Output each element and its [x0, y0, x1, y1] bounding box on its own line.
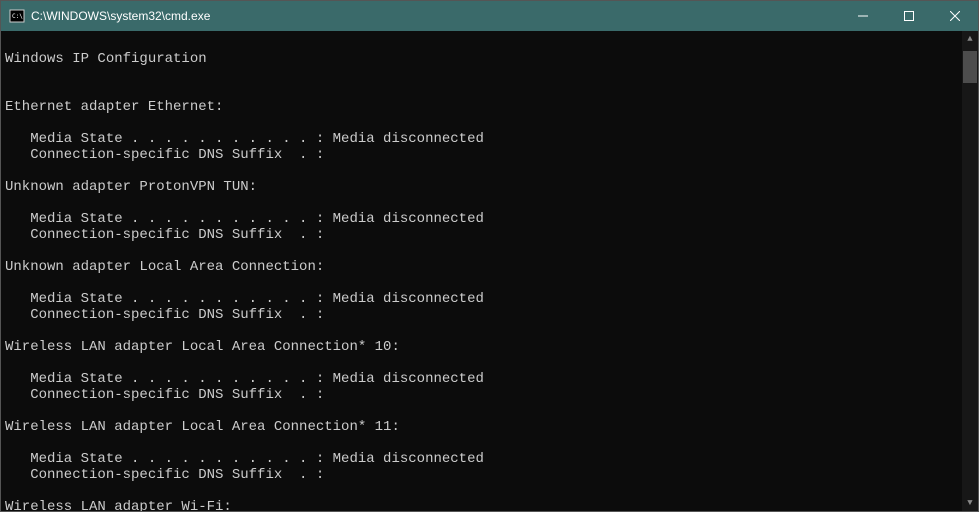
terminal-line: [5, 483, 972, 499]
terminal-line: Wireless LAN adapter Local Area Connecti…: [5, 339, 972, 355]
terminal-line: Connection-specific DNS Suffix . :: [5, 467, 972, 483]
terminal-line: Media State . . . . . . . . . . . : Medi…: [5, 131, 972, 147]
terminal-line: Connection-specific DNS Suffix . :: [5, 227, 972, 243]
close-button[interactable]: [932, 1, 978, 31]
terminal-line: [5, 275, 972, 291]
terminal-line: Wireless LAN adapter Wi-Fi:: [5, 499, 972, 511]
titlebar[interactable]: C:\ C:\WINDOWS\system32\cmd.exe: [1, 1, 978, 31]
terminal-line: [5, 115, 972, 131]
terminal-line: [5, 83, 972, 99]
terminal-line: [5, 67, 972, 83]
terminal-line: [5, 195, 972, 211]
terminal-line: Media State . . . . . . . . . . . : Medi…: [5, 451, 972, 467]
terminal-line: [5, 163, 972, 179]
scrollbar[interactable]: ▲ ▼: [962, 31, 978, 511]
window-title: C:\WINDOWS\system32\cmd.exe: [31, 9, 840, 23]
terminal-line: [5, 243, 972, 259]
maximize-button[interactable]: [886, 1, 932, 31]
terminal-line: Unknown adapter ProtonVPN TUN:: [5, 179, 972, 195]
terminal-line: [5, 435, 972, 451]
terminal-line: Wireless LAN adapter Local Area Connecti…: [5, 419, 972, 435]
terminal-output[interactable]: Windows IP Configuration Ethernet adapter…: [1, 31, 978, 511]
scroll-up-arrow[interactable]: ▲: [962, 31, 978, 47]
terminal-line: Ethernet adapter Ethernet:: [5, 99, 972, 115]
scroll-down-arrow[interactable]: ▼: [962, 495, 978, 511]
minimize-button[interactable]: [840, 1, 886, 31]
terminal-line: Connection-specific DNS Suffix . :: [5, 307, 972, 323]
svg-text:C:\: C:\: [12, 13, 23, 20]
terminal-line: Connection-specific DNS Suffix . :: [5, 387, 972, 403]
scrollbar-thumb[interactable]: [963, 51, 977, 83]
terminal-area: Windows IP Configuration Ethernet adapter…: [1, 31, 978, 511]
cmd-window: C:\ C:\WINDOWS\system32\cmd.exe Windows …: [0, 0, 979, 512]
terminal-line: Unknown adapter Local Area Connection:: [5, 259, 972, 275]
terminal-line: Windows IP Configuration: [5, 51, 972, 67]
terminal-line: [5, 35, 972, 51]
terminal-line: Connection-specific DNS Suffix . :: [5, 147, 972, 163]
cmd-icon: C:\: [9, 8, 25, 24]
terminal-line: [5, 323, 972, 339]
window-controls: [840, 1, 978, 31]
terminal-line: [5, 403, 972, 419]
terminal-line: [5, 355, 972, 371]
terminal-line: Media State . . . . . . . . . . . : Medi…: [5, 371, 972, 387]
terminal-line: Media State . . . . . . . . . . . : Medi…: [5, 291, 972, 307]
terminal-line: Media State . . . . . . . . . . . : Medi…: [5, 211, 972, 227]
